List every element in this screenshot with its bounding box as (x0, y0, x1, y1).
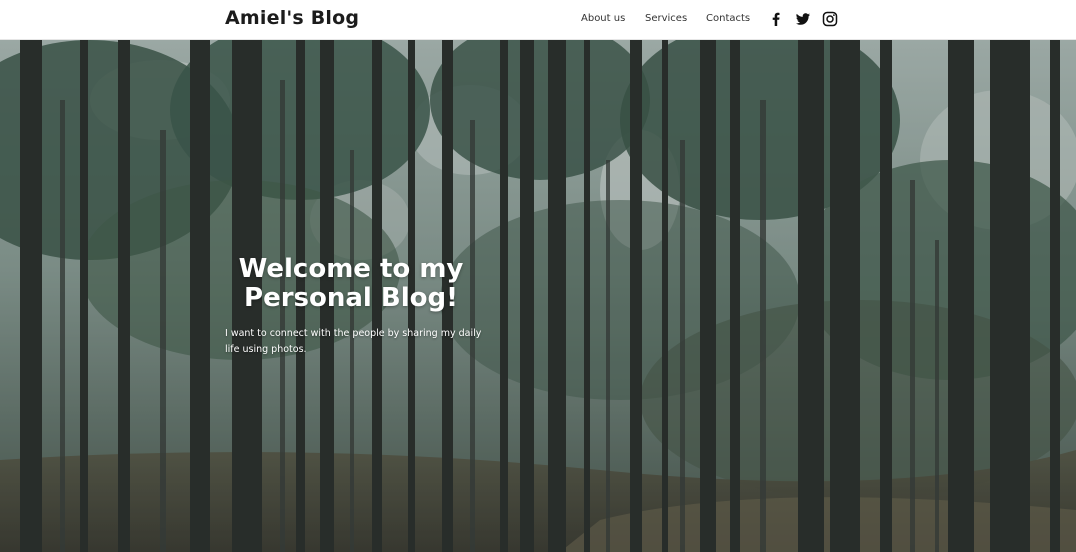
forest-background (0, 40, 1076, 552)
twitter-icon[interactable] (795, 11, 811, 27)
hero-description: I want to connect with the people by sha… (225, 328, 482, 355)
nav-about-us[interactable]: About us (581, 13, 625, 24)
site-header: Amiel's Blog About us Services Contacts (0, 0, 1076, 40)
facebook-icon[interactable] (768, 11, 784, 27)
hero-title: Welcome to my Personal Blog! (238, 254, 464, 313)
hero-section: Welcome to my Personal Blog! I want to c… (0, 40, 1076, 552)
instagram-icon[interactable] (822, 11, 838, 27)
nav-services[interactable]: Services (645, 13, 687, 24)
site-logo[interactable]: Amiel's Blog (225, 7, 359, 29)
nav-contacts[interactable]: Contacts (706, 13, 750, 24)
